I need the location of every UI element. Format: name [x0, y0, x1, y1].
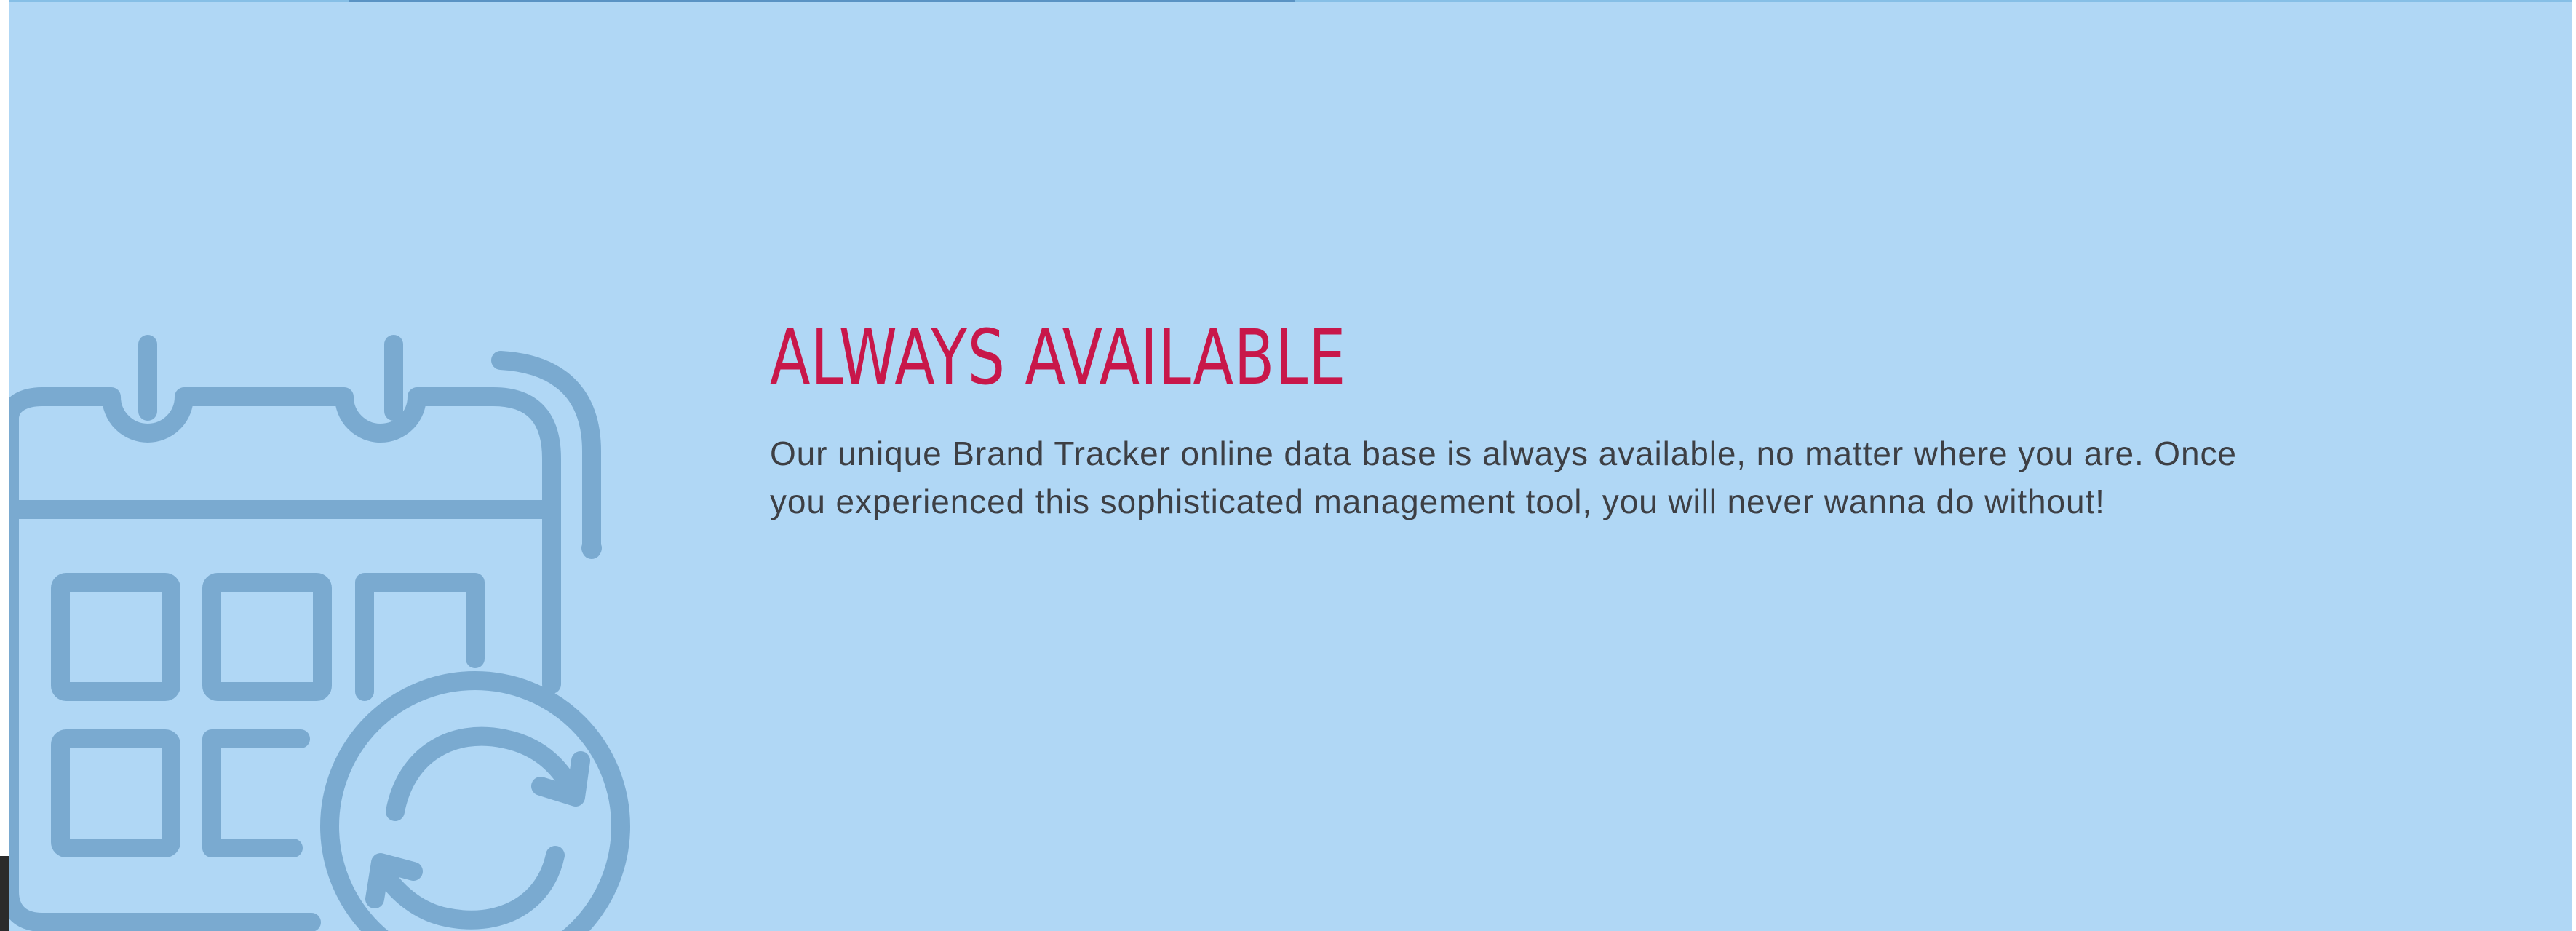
feature-section: ALWAYS AVAILABLE Our unique Brand Tracke…	[0, 0, 2576, 931]
right-page-edge	[2572, 0, 2576, 931]
feature-description: Our unique Brand Tracker online data bas…	[770, 435, 2237, 520]
feature-content: ALWAYS AVAILABLE Our unique Brand Tracke…	[770, 314, 2298, 526]
left-page-edge	[0, 0, 9, 931]
feature-heading: ALWAYS AVAILABLE	[770, 313, 1347, 402]
top-border-accent	[349, 0, 1295, 2]
left-dark-strip	[0, 856, 9, 931]
calendar-sync-icon	[9, 335, 630, 931]
